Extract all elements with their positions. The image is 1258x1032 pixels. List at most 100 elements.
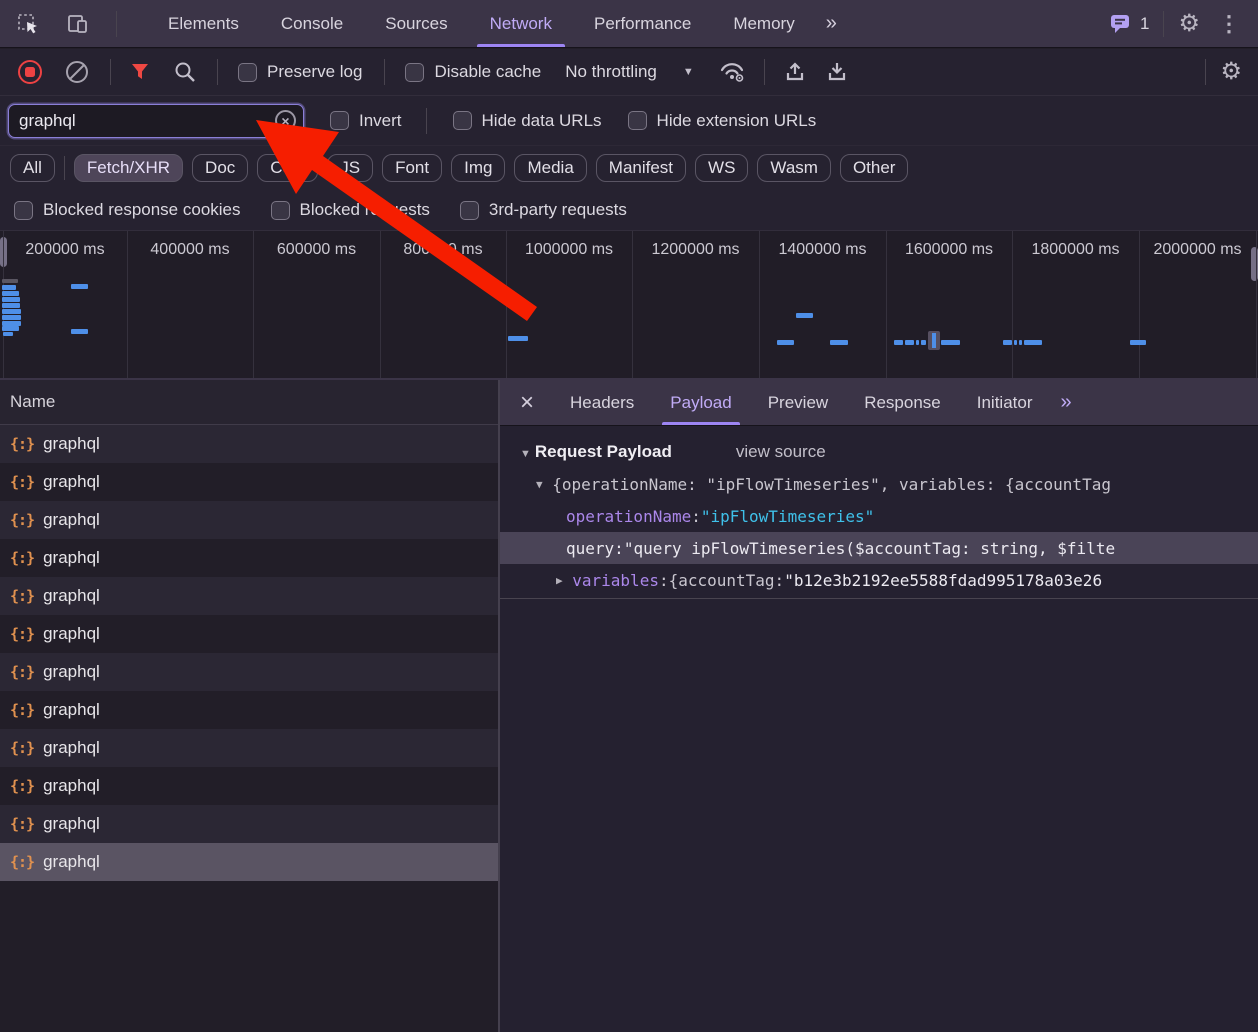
filter-chip-ws[interactable]: WS: [695, 154, 748, 182]
request-name: graphql: [43, 852, 100, 872]
detail-tab-response[interactable]: Response: [846, 380, 959, 425]
json-string-value: "query ipFlowTimeseries($accountTag: str…: [624, 539, 1115, 558]
tab-elements[interactable]: Elements: [147, 0, 260, 47]
timeline-request-bar: [1130, 340, 1146, 345]
json-request-icon: {:}: [10, 663, 34, 681]
disable-cache-checkbox[interactable]: Disable cache: [405, 62, 541, 82]
throttling-select[interactable]: No throttling ▼: [565, 62, 694, 82]
detail-tab-payload[interactable]: Payload: [652, 380, 749, 425]
filter-chip-doc[interactable]: Doc: [192, 154, 248, 182]
network-settings-gear-icon[interactable]: ⚙: [1220, 60, 1242, 84]
request-row[interactable]: {:}graphql: [0, 805, 498, 843]
more-filters-row: Blocked response cookies Blocked requests…: [0, 190, 1258, 231]
tab-sources[interactable]: Sources: [364, 0, 468, 47]
checkbox: [628, 111, 647, 130]
json-request-icon: {:}: [10, 777, 34, 795]
filter-chip-media[interactable]: Media: [514, 154, 586, 182]
request-row[interactable]: {:}graphql: [0, 767, 498, 805]
name-column-label: Name: [10, 392, 55, 412]
record-network-log-button[interactable]: [18, 60, 42, 84]
tab-performance[interactable]: Performance: [573, 0, 712, 47]
filter-chip-font[interactable]: Font: [382, 154, 442, 182]
filter-funnel-icon[interactable]: [129, 62, 151, 82]
expand-triangle-icon[interactable]: ▼: [536, 478, 543, 491]
3rd-party-requests-checkbox[interactable]: 3rd-party requests: [460, 200, 627, 220]
request-row[interactable]: {:}graphql: [0, 615, 498, 653]
blocked-requests-checkbox[interactable]: Blocked requests: [271, 200, 430, 220]
request-row[interactable]: {:}graphql: [0, 691, 498, 729]
import-har-icon[interactable]: [783, 60, 807, 84]
filter-chip-wasm[interactable]: Wasm: [757, 154, 831, 182]
preserve-log-checkbox[interactable]: Preserve log: [238, 62, 362, 82]
detail-tab-headers[interactable]: Headers: [552, 380, 652, 425]
clear-network-log-icon[interactable]: [64, 59, 90, 85]
json-request-icon: {:}: [10, 587, 34, 605]
json-text: :: [614, 539, 624, 558]
inspect-element-icon[interactable]: [16, 12, 40, 36]
payload-root-line[interactable]: ▼ {operationName: "ipFlowTimeseries", va…: [500, 468, 1258, 500]
collapse-triangle-icon[interactable]: ▼: [520, 448, 531, 460]
request-row[interactable]: {:}graphql: [0, 653, 498, 691]
expand-triangle-icon[interactable]: ▶: [556, 574, 563, 587]
hide-extension-urls-checkbox[interactable]: Hide extension URLs: [628, 111, 817, 131]
invert-checkbox[interactable]: Invert: [330, 111, 402, 131]
detail-tab-initiator[interactable]: Initiator: [959, 380, 1051, 425]
filter-chip-all[interactable]: All: [10, 154, 55, 182]
settings-gear-icon[interactable]: ⚙: [1178, 12, 1200, 36]
requests-list-panel: Name {:}graphql{:}graphql{:}graphql{:}gr…: [0, 380, 500, 1032]
timeline-request-bar: [894, 340, 903, 345]
request-row[interactable]: {:}graphql: [0, 425, 498, 463]
detail-tab-preview[interactable]: Preview: [750, 380, 846, 425]
close-detail-icon[interactable]: ×: [500, 380, 552, 425]
payload-variables-line[interactable]: ▶ variables: {accountTag: "b12e3b2192ee5…: [500, 564, 1258, 596]
timeline-request-bar: [1014, 340, 1017, 345]
request-row[interactable]: {:}graphql: [0, 843, 498, 881]
throttling-value: No throttling: [565, 62, 657, 82]
payload-operationname-line[interactable]: operationName: "ipFlowTimeseries": [500, 500, 1258, 532]
tab-console[interactable]: Console: [260, 0, 364, 47]
timeline-request-bar: [777, 340, 794, 345]
device-toolbar-icon[interactable]: [66, 12, 90, 36]
export-har-icon[interactable]: [825, 60, 849, 84]
name-column-header[interactable]: Name: [0, 380, 498, 425]
divider: [116, 11, 117, 37]
issues-count: 1: [1140, 14, 1149, 34]
request-row[interactable]: {:}graphql: [0, 539, 498, 577]
filter-chip-css[interactable]: CSS: [257, 154, 318, 182]
json-key: variables: [563, 571, 659, 590]
filter-chip-img[interactable]: Img: [451, 154, 505, 182]
filter-input[interactable]: [9, 111, 275, 131]
checkbox: [405, 63, 424, 82]
network-conditions-icon[interactable]: [718, 60, 746, 84]
divider: [110, 59, 111, 85]
payload-query-line-selected[interactable]: query: "query ipFlowTimeseries($accountT…: [500, 532, 1258, 564]
network-overview-timeline[interactable]: 200000 ms400000 ms600000 ms800000 ms1000…: [0, 231, 1258, 380]
timeline-request-bar: [3, 332, 13, 336]
preserve-log-label: Preserve log: [267, 62, 362, 82]
detail-tab-bar: × HeadersPayloadPreviewResponseInitiator…: [500, 380, 1258, 426]
filter-chip-other[interactable]: Other: [840, 154, 909, 182]
view-source-link[interactable]: view source: [736, 442, 826, 462]
clear-filter-icon[interactable]: ×: [275, 110, 296, 131]
kebab-menu-icon[interactable]: ⋮: [1214, 13, 1244, 35]
request-row[interactable]: {:}graphql: [0, 577, 498, 615]
more-detail-tabs-icon[interactable]: »: [1051, 391, 1080, 414]
request-row[interactable]: {:}graphql: [0, 463, 498, 501]
request-row[interactable]: {:}graphql: [0, 501, 498, 539]
filter-chip-fetchxhr[interactable]: Fetch/XHR: [74, 154, 183, 182]
tab-network[interactable]: Network: [469, 0, 573, 47]
timeline-request-bar: [2, 279, 18, 283]
tab-memory[interactable]: Memory: [712, 0, 815, 47]
filter-chip-manifest[interactable]: Manifest: [596, 154, 686, 182]
timeline-request-bar: [71, 284, 88, 289]
issues-icon[interactable]: 1: [1110, 13, 1149, 34]
filter-chip-js[interactable]: JS: [327, 154, 373, 182]
json-string-value: "ipFlowTimeseries": [701, 507, 874, 526]
request-row[interactable]: {:}graphql: [0, 729, 498, 767]
blocked-response-cookies-checkbox[interactable]: Blocked response cookies: [14, 200, 241, 220]
timeline-tick-label: 600000 ms: [253, 241, 380, 259]
more-tabs-icon[interactable]: »: [816, 12, 845, 35]
checkbox: [453, 111, 472, 130]
hide-data-urls-checkbox[interactable]: Hide data URLs: [453, 111, 602, 131]
search-icon[interactable]: [173, 60, 197, 84]
